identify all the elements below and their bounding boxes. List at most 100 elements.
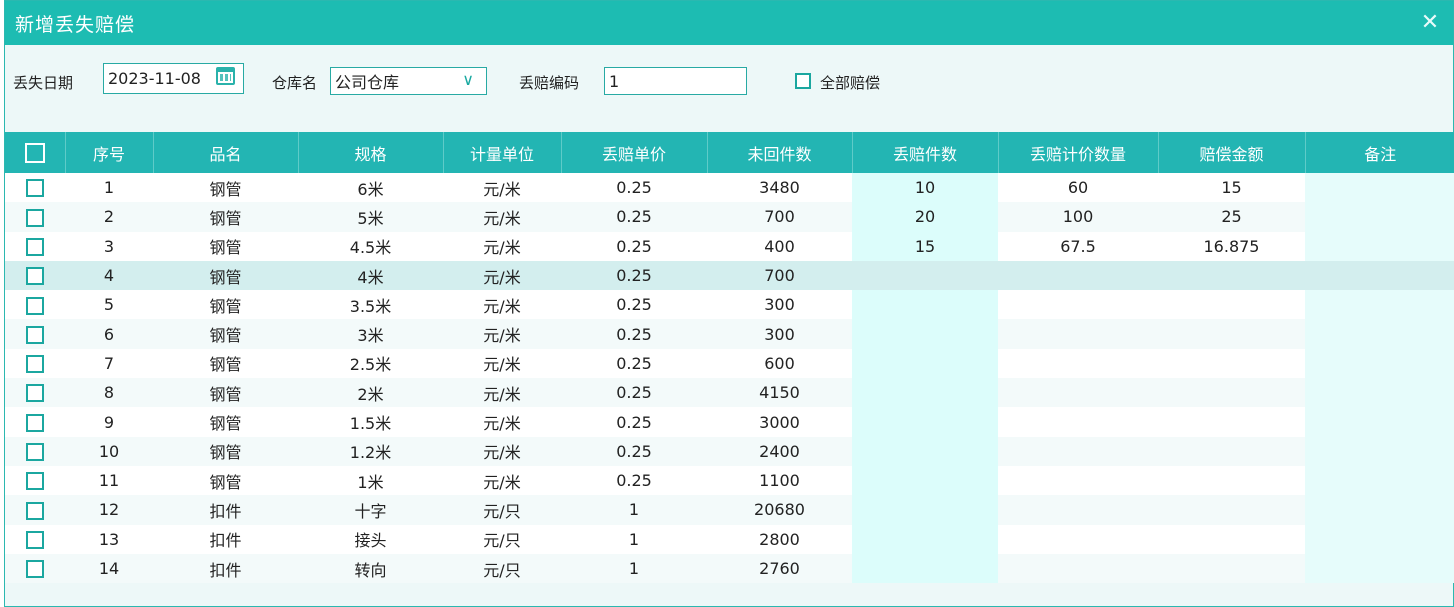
- row-checkbox-cell[interactable]: [5, 378, 65, 408]
- table-row[interactable]: 6 钢管 3米 元/米 0.25 300: [5, 319, 1454, 349]
- row-lost-count[interactable]: [852, 319, 998, 349]
- row-note[interactable]: [1305, 495, 1454, 525]
- close-icon[interactable]: ✕: [1417, 12, 1443, 34]
- row-checkbox[interactable]: [26, 560, 44, 579]
- row-amount: [1158, 348, 1305, 379]
- header-lost-count[interactable]: 丢赔件数: [852, 132, 999, 173]
- row-note[interactable]: [1305, 202, 1454, 232]
- row-note[interactable]: [1305, 465, 1454, 496]
- header-no[interactable]: 序号: [65, 132, 154, 173]
- row-note[interactable]: [1305, 173, 1454, 203]
- row-checkbox-cell[interactable]: [5, 524, 65, 554]
- row-lost-count[interactable]: [852, 495, 998, 525]
- row-lost-count[interactable]: [852, 260, 998, 291]
- row-lost-count[interactable]: [852, 553, 998, 584]
- table-row[interactable]: 5 钢管 3.5米 元/米 0.25 300: [5, 290, 1454, 320]
- code-input[interactable]: 1: [604, 67, 747, 95]
- header-spec[interactable]: 规格: [298, 132, 444, 173]
- dialog-title: 新增丢失赔偿: [15, 13, 136, 36]
- table-row[interactable]: 12 扣件 十字 元/只 1 20680: [5, 495, 1454, 525]
- table-row[interactable]: 13 扣件 接头 元/只 1 2800: [5, 524, 1454, 554]
- row-checkbox[interactable]: [26, 325, 44, 344]
- select-all-checkbox[interactable]: [24, 142, 45, 163]
- row-checkbox[interactable]: [26, 179, 44, 198]
- header-unreturned[interactable]: 未回件数: [707, 132, 853, 173]
- row-checkbox[interactable]: [26, 208, 44, 227]
- row-name: 钢管: [153, 319, 298, 349]
- row-checkbox-cell[interactable]: [5, 173, 65, 203]
- row-checkbox-cell[interactable]: [5, 553, 65, 584]
- row-checkbox-cell[interactable]: [5, 202, 65, 232]
- row-checkbox-cell[interactable]: [5, 407, 65, 437]
- row-price: 0.25: [561, 231, 707, 261]
- row-checkbox-cell[interactable]: [5, 495, 65, 525]
- table-body: 1 钢管 6米 元/米 0.25 3480 10 60 15 2 钢管 5米 元/米 0.25 700 20 1…: [5, 173, 1454, 584]
- row-note[interactable]: [1305, 290, 1454, 320]
- table-row[interactable]: 10 钢管 1.2米 元/米 0.25 2400: [5, 436, 1454, 466]
- row-checkbox-cell[interactable]: [5, 348, 65, 379]
- table-row[interactable]: 14 扣件 转向 元/只 1 2760: [5, 553, 1454, 584]
- table-row[interactable]: 9 钢管 1.5米 元/米 0.25 3000: [5, 407, 1454, 437]
- row-checkbox-cell[interactable]: [5, 260, 65, 291]
- row-lost-count[interactable]: [852, 407, 998, 437]
- row-checkbox-cell[interactable]: [5, 290, 65, 320]
- row-name: 钢管: [153, 436, 298, 466]
- row-checkbox[interactable]: [26, 355, 44, 374]
- row-lost-count[interactable]: [852, 465, 998, 496]
- row-checkbox[interactable]: [26, 267, 44, 286]
- row-note[interactable]: [1305, 260, 1454, 291]
- row-checkbox[interactable]: [26, 384, 44, 403]
- header-price[interactable]: 丢赔单价: [561, 132, 708, 173]
- table-row[interactable]: 4 钢管 4米 元/米 0.25 700: [5, 260, 1454, 291]
- row-lost-count[interactable]: [852, 290, 998, 320]
- table-row[interactable]: 7 钢管 2.5米 元/米 0.25 600: [5, 348, 1454, 379]
- row-checkbox[interactable]: [26, 530, 44, 549]
- row-checkbox[interactable]: [26, 443, 44, 462]
- row-checkbox-cell[interactable]: [5, 231, 65, 261]
- warehouse-select[interactable]: 公司仓库 ∨: [330, 67, 487, 95]
- row-checkbox-cell[interactable]: [5, 465, 65, 496]
- row-no: 8: [65, 378, 153, 408]
- header-unit[interactable]: 计量单位: [443, 132, 562, 173]
- table-row[interactable]: 1 钢管 6米 元/米 0.25 3480 10 60 15: [5, 173, 1454, 203]
- row-lost-count[interactable]: [852, 436, 998, 466]
- header-amount[interactable]: 赔偿金额: [1158, 132, 1306, 173]
- row-note[interactable]: [1305, 553, 1454, 584]
- row-note[interactable]: [1305, 378, 1454, 408]
- header-note[interactable]: 备注: [1305, 132, 1454, 173]
- row-note[interactable]: [1305, 348, 1454, 379]
- row-note[interactable]: [1305, 407, 1454, 437]
- row-lost-count[interactable]: [852, 348, 998, 379]
- row-lost-count[interactable]: 15: [852, 231, 998, 261]
- table-row[interactable]: 11 钢管 1米 元/米 0.25 1100: [5, 465, 1454, 496]
- row-unreturned: 300: [707, 319, 852, 349]
- row-lost-count[interactable]: [852, 378, 998, 408]
- warehouse-label: 仓库名: [272, 74, 318, 92]
- date-field[interactable]: 2023-11-08: [103, 63, 244, 94]
- row-lost-count[interactable]: 20: [852, 202, 998, 232]
- row-checkbox[interactable]: [26, 472, 44, 491]
- row-checkbox[interactable]: [26, 237, 44, 256]
- row-note[interactable]: [1305, 524, 1454, 554]
- row-checkbox[interactable]: [26, 296, 44, 315]
- row-note[interactable]: [1305, 436, 1454, 466]
- row-checkbox[interactable]: [26, 413, 44, 432]
- row-lost-count[interactable]: 10: [852, 173, 998, 203]
- header-select-all[interactable]: [5, 132, 66, 173]
- table-row[interactable]: 2 钢管 5米 元/米 0.25 700 20 100 25: [5, 202, 1454, 232]
- table-row[interactable]: 3 钢管 4.5米 元/米 0.25 400 15 67.5 16.875: [5, 231, 1454, 261]
- table-row[interactable]: 8 钢管 2米 元/米 0.25 4150: [5, 378, 1454, 408]
- row-note[interactable]: [1305, 319, 1454, 349]
- all-compensation-checkbox[interactable]: [795, 73, 811, 89]
- row-spec: 5米: [298, 202, 443, 232]
- row-lost-count[interactable]: [852, 524, 998, 554]
- row-price: 0.25: [561, 319, 707, 349]
- row-checkbox[interactable]: [26, 501, 44, 520]
- calendar-icon[interactable]: [216, 67, 235, 85]
- row-checkbox-cell[interactable]: [5, 436, 65, 466]
- row-note[interactable]: [1305, 231, 1454, 261]
- row-checkbox-cell[interactable]: [5, 319, 65, 349]
- row-priced-qty: [998, 319, 1158, 349]
- header-priced-qty[interactable]: 丢赔计价数量: [998, 132, 1159, 173]
- header-name[interactable]: 品名: [153, 132, 299, 173]
